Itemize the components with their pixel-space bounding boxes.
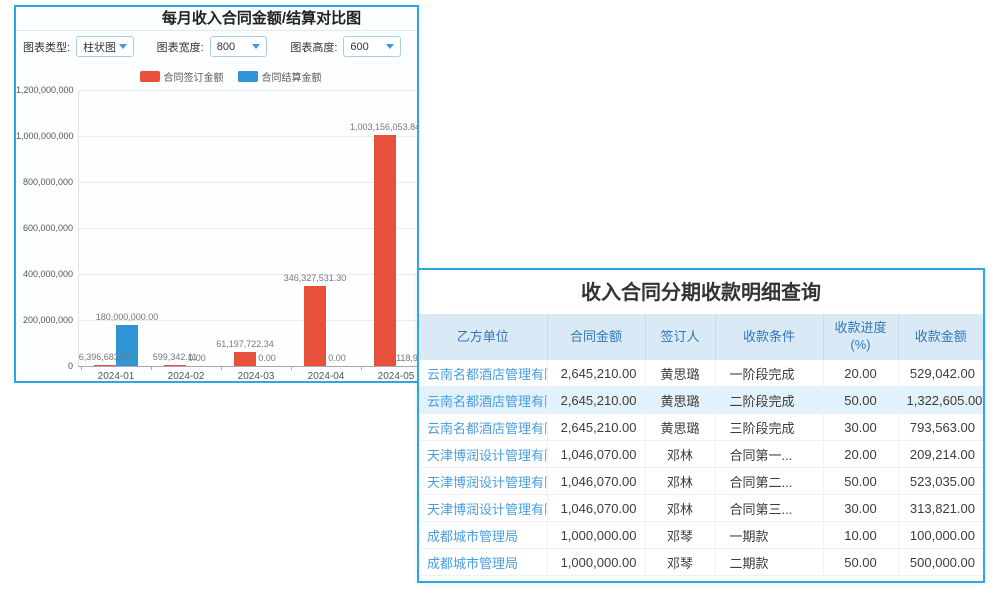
cell-contract-amount: 1,046,070.00 bbox=[547, 495, 645, 522]
cell-payment-condition: 三阶段完成 bbox=[715, 414, 823, 441]
cell-payment-progress: 50.00 bbox=[823, 549, 898, 576]
bar-value-label-settled: 180,000,000.00 bbox=[67, 312, 187, 322]
x-axis-tick bbox=[361, 366, 362, 370]
cell-payment-amount: 523,035.00 bbox=[898, 468, 983, 495]
cell-payment-condition: 一期款 bbox=[715, 522, 823, 549]
cell-party-link[interactable]: 天津博润设计管理有限公司 bbox=[419, 495, 547, 522]
bar-value-label-signed: 346,327,531.30 bbox=[255, 273, 375, 283]
x-axis-line bbox=[78, 366, 417, 367]
gridline bbox=[78, 90, 417, 91]
table-row[interactable]: 云南名都酒店管理有限公司2,645,210.00黄思璐三阶段完成30.00793… bbox=[419, 414, 983, 441]
y-axis-tick-label: 1,200,000,000 bbox=[16, 85, 73, 95]
x-axis-tick bbox=[291, 366, 292, 370]
cell-contract-amount: 2,645,210.00 bbox=[547, 414, 645, 441]
table-row[interactable]: 天津博润设计管理有限公司1,046,070.00邓林合同第一...20.0020… bbox=[419, 441, 983, 468]
cell-signer: 邓琴 bbox=[645, 549, 715, 576]
cell-payment-condition: 合同第二... bbox=[715, 468, 823, 495]
cell-payment-progress: 20.00 bbox=[823, 441, 898, 468]
cell-party-link[interactable]: 成都城市管理局 bbox=[419, 522, 547, 549]
y-axis-tick-label: 800,000,000 bbox=[16, 177, 73, 187]
cell-payment-progress: 30.00 bbox=[823, 414, 898, 441]
cell-party-link[interactable]: 云南名都酒店管理有限公司 bbox=[419, 414, 547, 441]
cell-contract-amount: 1,046,070.00 bbox=[547, 441, 645, 468]
cell-signer: 黄思璐 bbox=[645, 414, 715, 441]
cell-signer: 邓林 bbox=[645, 441, 715, 468]
cell-party-link[interactable]: 天津博润设计管理有限公司 bbox=[419, 441, 547, 468]
table-header-row: 乙方单位 合同金额 签订人 收款条件 收款进度(%) 收款金额 bbox=[419, 314, 983, 360]
cell-contract-amount: 1,000,000.00 bbox=[547, 522, 645, 549]
x-axis-category-label: 2024-04 bbox=[291, 371, 361, 382]
table-row[interactable]: 天津博润设计管理有限公司1,046,070.00邓林合同第二...50.0052… bbox=[419, 468, 983, 495]
table-row[interactable]: 天津博润设计管理有限公司1,046,070.00邓林合同第三...30.0031… bbox=[419, 495, 983, 522]
x-axis-tick bbox=[81, 366, 82, 370]
table-window-title: 收入合同分期收款明细查询 bbox=[419, 270, 983, 314]
table-row[interactable]: 成都城市管理局1,000,000.00邓琴一期款10.00100,000.00 bbox=[419, 522, 983, 549]
y-axis-line bbox=[78, 90, 79, 366]
y-axis-tick-label: 600,000,000 bbox=[16, 223, 73, 233]
bar-value-label-settled: 118,9 bbox=[347, 353, 419, 363]
bar-value-label-signed: 61,197,722.34 bbox=[185, 339, 305, 349]
col-header-progress[interactable]: 收款进度(%) bbox=[823, 314, 898, 360]
cell-payment-condition: 合同第一... bbox=[715, 441, 823, 468]
cell-signer: 邓琴 bbox=[645, 522, 715, 549]
cell-payment-progress: 50.00 bbox=[823, 387, 898, 414]
cell-signer: 邓林 bbox=[645, 468, 715, 495]
bar-signed[interactable] bbox=[374, 135, 396, 366]
bar-signed[interactable] bbox=[164, 365, 186, 366]
x-axis-category-label: 2024-02 bbox=[151, 371, 221, 382]
cell-payment-amount: 793,563.00 bbox=[898, 414, 983, 441]
col-header-party[interactable]: 乙方单位 bbox=[419, 314, 547, 360]
gridline bbox=[78, 182, 417, 183]
cell-payment-condition: 二阶段完成 bbox=[715, 387, 823, 414]
cell-payment-amount: 100,000.00 bbox=[898, 522, 983, 549]
cell-payment-condition: 二期款 bbox=[715, 549, 823, 576]
col-header-condition[interactable]: 收款条件 bbox=[715, 314, 823, 360]
cell-payment-condition: 一阶段完成 bbox=[715, 360, 823, 387]
bar-signed[interactable] bbox=[94, 365, 116, 366]
cell-party-link[interactable]: 云南名都酒店管理有限公司 bbox=[419, 387, 547, 414]
cell-payment-amount: 529,042.00 bbox=[898, 360, 983, 387]
gridline bbox=[78, 228, 417, 229]
installment-table: 乙方单位 合同金额 签订人 收款条件 收款进度(%) 收款金额 云南名都酒店管理… bbox=[419, 314, 983, 576]
x-axis-tick bbox=[151, 366, 152, 370]
y-axis-tick-label: 0 bbox=[16, 361, 73, 371]
x-axis-category-label: 2024-01 bbox=[81, 371, 151, 382]
table-row[interactable]: 云南名都酒店管理有限公司2,645,210.00黄思璐二阶段完成50.001,3… bbox=[419, 387, 983, 414]
cell-payment-amount: 313,821.00 bbox=[898, 495, 983, 522]
cell-party-link[interactable]: 天津博润设计管理有限公司 bbox=[419, 468, 547, 495]
table-row[interactable]: 云南名都酒店管理有限公司2,645,210.00黄思璐一阶段完成20.00529… bbox=[419, 360, 983, 387]
cell-signer: 黄思璐 bbox=[645, 387, 715, 414]
x-axis-category-label: 2024-05 bbox=[361, 371, 419, 382]
y-axis-tick-label: 1,000,000,000 bbox=[16, 131, 73, 141]
cell-payment-amount: 1,322,605.00 bbox=[898, 387, 983, 414]
x-axis-category-label: 2024-03 bbox=[221, 371, 291, 382]
table-row[interactable]: 成都城市管理局1,000,000.00邓琴二期款50.00500,000.00 bbox=[419, 549, 983, 576]
cell-payment-progress: 20.00 bbox=[823, 360, 898, 387]
bar-chart-plot: 0 200,000,000 400,000,000 600,000,000 800,00… bbox=[16, 7, 417, 381]
col-header-payment[interactable]: 收款金额 bbox=[898, 314, 983, 360]
y-axis-tick-label: 400,000,000 bbox=[16, 269, 73, 279]
chart-window: 每月收入合同金额/结算对比图 图表类型: 柱状图 图表宽度: 800 图表高度:… bbox=[14, 5, 419, 383]
cell-payment-progress: 10.00 bbox=[823, 522, 898, 549]
cell-party-link[interactable]: 成都城市管理局 bbox=[419, 549, 547, 576]
cell-signer: 黄思璐 bbox=[645, 360, 715, 387]
table-window: 收入合同分期收款明细查询 乙方单位 合同金额 签订人 收款条件 收款进度(%) … bbox=[417, 268, 985, 583]
cell-contract-amount: 1,046,070.00 bbox=[547, 468, 645, 495]
col-header-signer[interactable]: 签订人 bbox=[645, 314, 715, 360]
bar-value-label-signed: 1,003,156,053.84 bbox=[325, 122, 419, 132]
cell-contract-amount: 2,645,210.00 bbox=[547, 360, 645, 387]
cell-payment-progress: 30.00 bbox=[823, 495, 898, 522]
cell-payment-progress: 50.00 bbox=[823, 468, 898, 495]
cell-payment-amount: 500,000.00 bbox=[898, 549, 983, 576]
y-axis-tick-label: 200,000,000 bbox=[16, 315, 73, 325]
cell-party-link[interactable]: 云南名都酒店管理有限公司 bbox=[419, 360, 547, 387]
cell-payment-condition: 合同第三... bbox=[715, 495, 823, 522]
col-header-amount[interactable]: 合同金额 bbox=[547, 314, 645, 360]
x-axis-tick bbox=[221, 366, 222, 370]
cell-payment-amount: 209,214.00 bbox=[898, 441, 983, 468]
cell-contract-amount: 1,000,000.00 bbox=[547, 549, 645, 576]
cell-contract-amount: 2,645,210.00 bbox=[547, 387, 645, 414]
gridline bbox=[78, 136, 417, 137]
cell-signer: 邓林 bbox=[645, 495, 715, 522]
